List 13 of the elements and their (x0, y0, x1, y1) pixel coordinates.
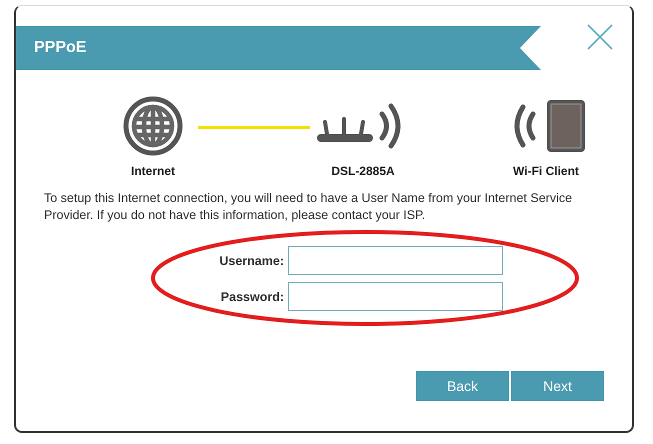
device-label: DSL-2885A (331, 164, 395, 178)
dialog-title: PPPoE (34, 39, 86, 57)
wizard-button[interactable]: Back (416, 371, 509, 401)
input-field[interactable] (288, 246, 503, 275)
input-field[interactable] (288, 282, 503, 311)
close-icon[interactable] (586, 23, 614, 51)
wizard-button[interactable]: Next (511, 371, 604, 401)
instruction-text: To setup this Internet connection, you will need to have a User Name from your Internet Service Provider. If you do not have this information, please contact your ISP. (44, 190, 574, 224)
device-label: Wi-Fi Client (513, 164, 579, 178)
field-label: Username: (218, 254, 285, 268)
device-label: Internet (130, 164, 175, 178)
globe-icon (123, 96, 183, 156)
field-label: Password: (220, 290, 285, 304)
